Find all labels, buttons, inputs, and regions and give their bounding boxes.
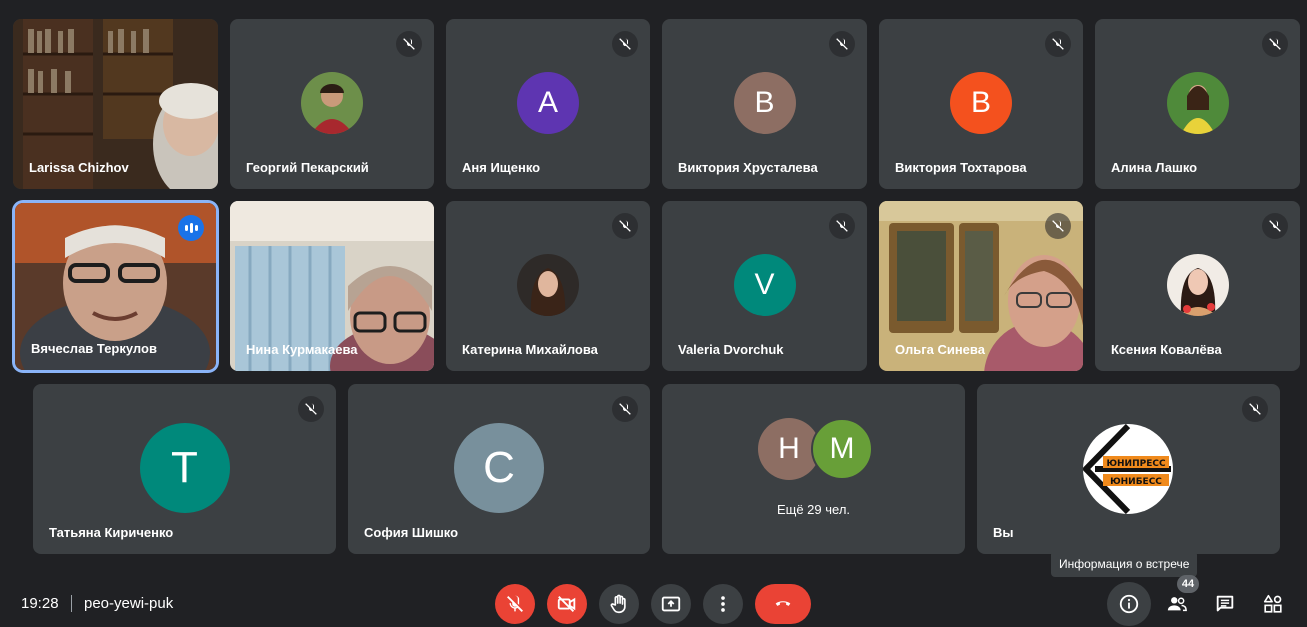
participant-photo: [1166, 72, 1229, 134]
chat-icon: [1216, 595, 1234, 612]
participant-avatar: В: [950, 72, 1012, 134]
participant-tile[interactable]: В Виктория Хрусталева: [662, 19, 867, 189]
participant-avatar: V: [733, 254, 796, 316]
meeting-code: peo-yewi-puk: [84, 595, 174, 612]
mic-off-icon: [298, 396, 324, 422]
participant-name: Аня Ищенко: [462, 160, 541, 175]
mic-off-icon: [612, 31, 638, 57]
participant-name: Ксения Ковалёва: [1111, 342, 1222, 357]
present-icon: [661, 596, 681, 612]
more-avatar: М: [811, 418, 873, 480]
end-call-button[interactable]: [755, 584, 811, 624]
mic-off-icon: [1045, 31, 1071, 57]
participant-photo: [301, 72, 363, 134]
participant-name: Ольга Синева: [895, 342, 985, 357]
mic-off-icon: [612, 213, 638, 239]
participant-name: Катерина Михайлова: [462, 342, 598, 357]
present-screen-button[interactable]: [651, 584, 691, 624]
more-participants-tile[interactable]: Н М Ещё 29 чел.: [662, 384, 965, 554]
participant-name: Виктория Хрусталева: [678, 160, 818, 175]
mic-off-icon: [612, 396, 638, 422]
mic-off-icon: [507, 595, 523, 612]
meeting-info-button[interactable]: [1107, 582, 1151, 626]
participant-tile[interactable]: А Аня Ищенко: [446, 19, 650, 189]
participant-tile[interactable]: V Valeria Dvorchuk: [662, 201, 867, 371]
participant-tile-speaking[interactable]: Вячеслав Теркулов: [15, 203, 216, 370]
end-call-icon: [775, 601, 791, 606]
participant-tile[interactable]: Алина Лашко: [1095, 19, 1300, 189]
mic-off-icon: [396, 31, 422, 57]
mic-off-icon: [1262, 31, 1288, 57]
participant-photo: [1166, 254, 1229, 316]
self-tile[interactable]: ЮНИПРЕСС ЮНИБЕСС Вы: [977, 384, 1280, 554]
participant-tile[interactable]: Георгий Пекарский: [230, 19, 434, 189]
self-logo: ЮНИПРЕСС ЮНИБЕСС: [1083, 424, 1173, 514]
participant-tile[interactable]: Т Татьяна Кириченко: [33, 384, 336, 554]
speaking-icon: [178, 215, 204, 241]
participant-tile[interactable]: Нина Курмакаева: [230, 201, 434, 371]
participant-name: Виктория Тохтарова: [895, 160, 1027, 175]
raise-hand-button[interactable]: [599, 584, 639, 624]
participant-avatar: С: [454, 423, 544, 513]
activities-button[interactable]: [1257, 588, 1289, 620]
logo-line1: ЮНИПРЕСС: [1106, 459, 1166, 469]
camera-off-icon: [557, 596, 576, 612]
participant-name: Алина Лашко: [1111, 160, 1198, 175]
participant-name: София Шишко: [364, 525, 459, 540]
participant-name: Нина Курмакаева: [246, 342, 358, 357]
divider: [71, 595, 72, 612]
participant-name: Вячеслав Теркулов: [31, 341, 157, 356]
info-icon: [1119, 594, 1139, 614]
mic-off-icon: [829, 31, 855, 57]
more-count-label: Ещё 29 чел.: [776, 502, 851, 517]
meeting-info-tooltip: Информация о встрече: [1051, 551, 1198, 577]
more-options-button[interactable]: [703, 584, 743, 624]
participant-tile[interactable]: Ольга Синева: [879, 201, 1083, 371]
participant-tile[interactable]: Катерина Михайлова: [446, 201, 650, 371]
logo-line2: ЮНИБЕСС: [1110, 477, 1162, 487]
participant-name: Вы: [993, 525, 1014, 540]
chat-button[interactable]: [1209, 588, 1241, 620]
mic-off-icon: [1262, 213, 1288, 239]
toggle-mic-button[interactable]: [495, 584, 535, 624]
participant-tile[interactable]: Ксения Ковалёва: [1095, 201, 1300, 371]
hand-icon: [610, 594, 626, 614]
meeting-time: 19:28: [21, 595, 59, 612]
participant-name: Larissa Chizhov: [29, 160, 129, 175]
participant-tile[interactable]: Larissa Chizhov: [13, 19, 218, 189]
activities-icon: [1263, 594, 1282, 613]
participant-avatar: В: [733, 72, 796, 134]
participant-name: Татьяна Кириченко: [49, 525, 174, 540]
more-vert-icon: [721, 596, 725, 612]
participant-name: Георгий Пекарский: [246, 160, 369, 175]
bottom-bar: 19:28 peo-yewi-puk: [0, 578, 1307, 627]
participant-avatar: А: [517, 72, 579, 134]
toggle-camera-button[interactable]: [547, 584, 587, 624]
people-count-badge: 44: [1177, 575, 1199, 593]
mic-off-icon: [1045, 213, 1071, 239]
mic-off-icon: [829, 213, 855, 239]
participant-tile[interactable]: В Виктория Тохтарова: [879, 19, 1083, 189]
participant-name: Valeria Dvorchuk: [678, 342, 784, 357]
participant-avatar: Т: [139, 423, 230, 513]
participant-tile[interactable]: С София Шишко: [348, 384, 650, 554]
mic-off-icon: [1242, 396, 1268, 422]
participant-photo: [517, 254, 579, 316]
people-icon: [1167, 597, 1187, 612]
